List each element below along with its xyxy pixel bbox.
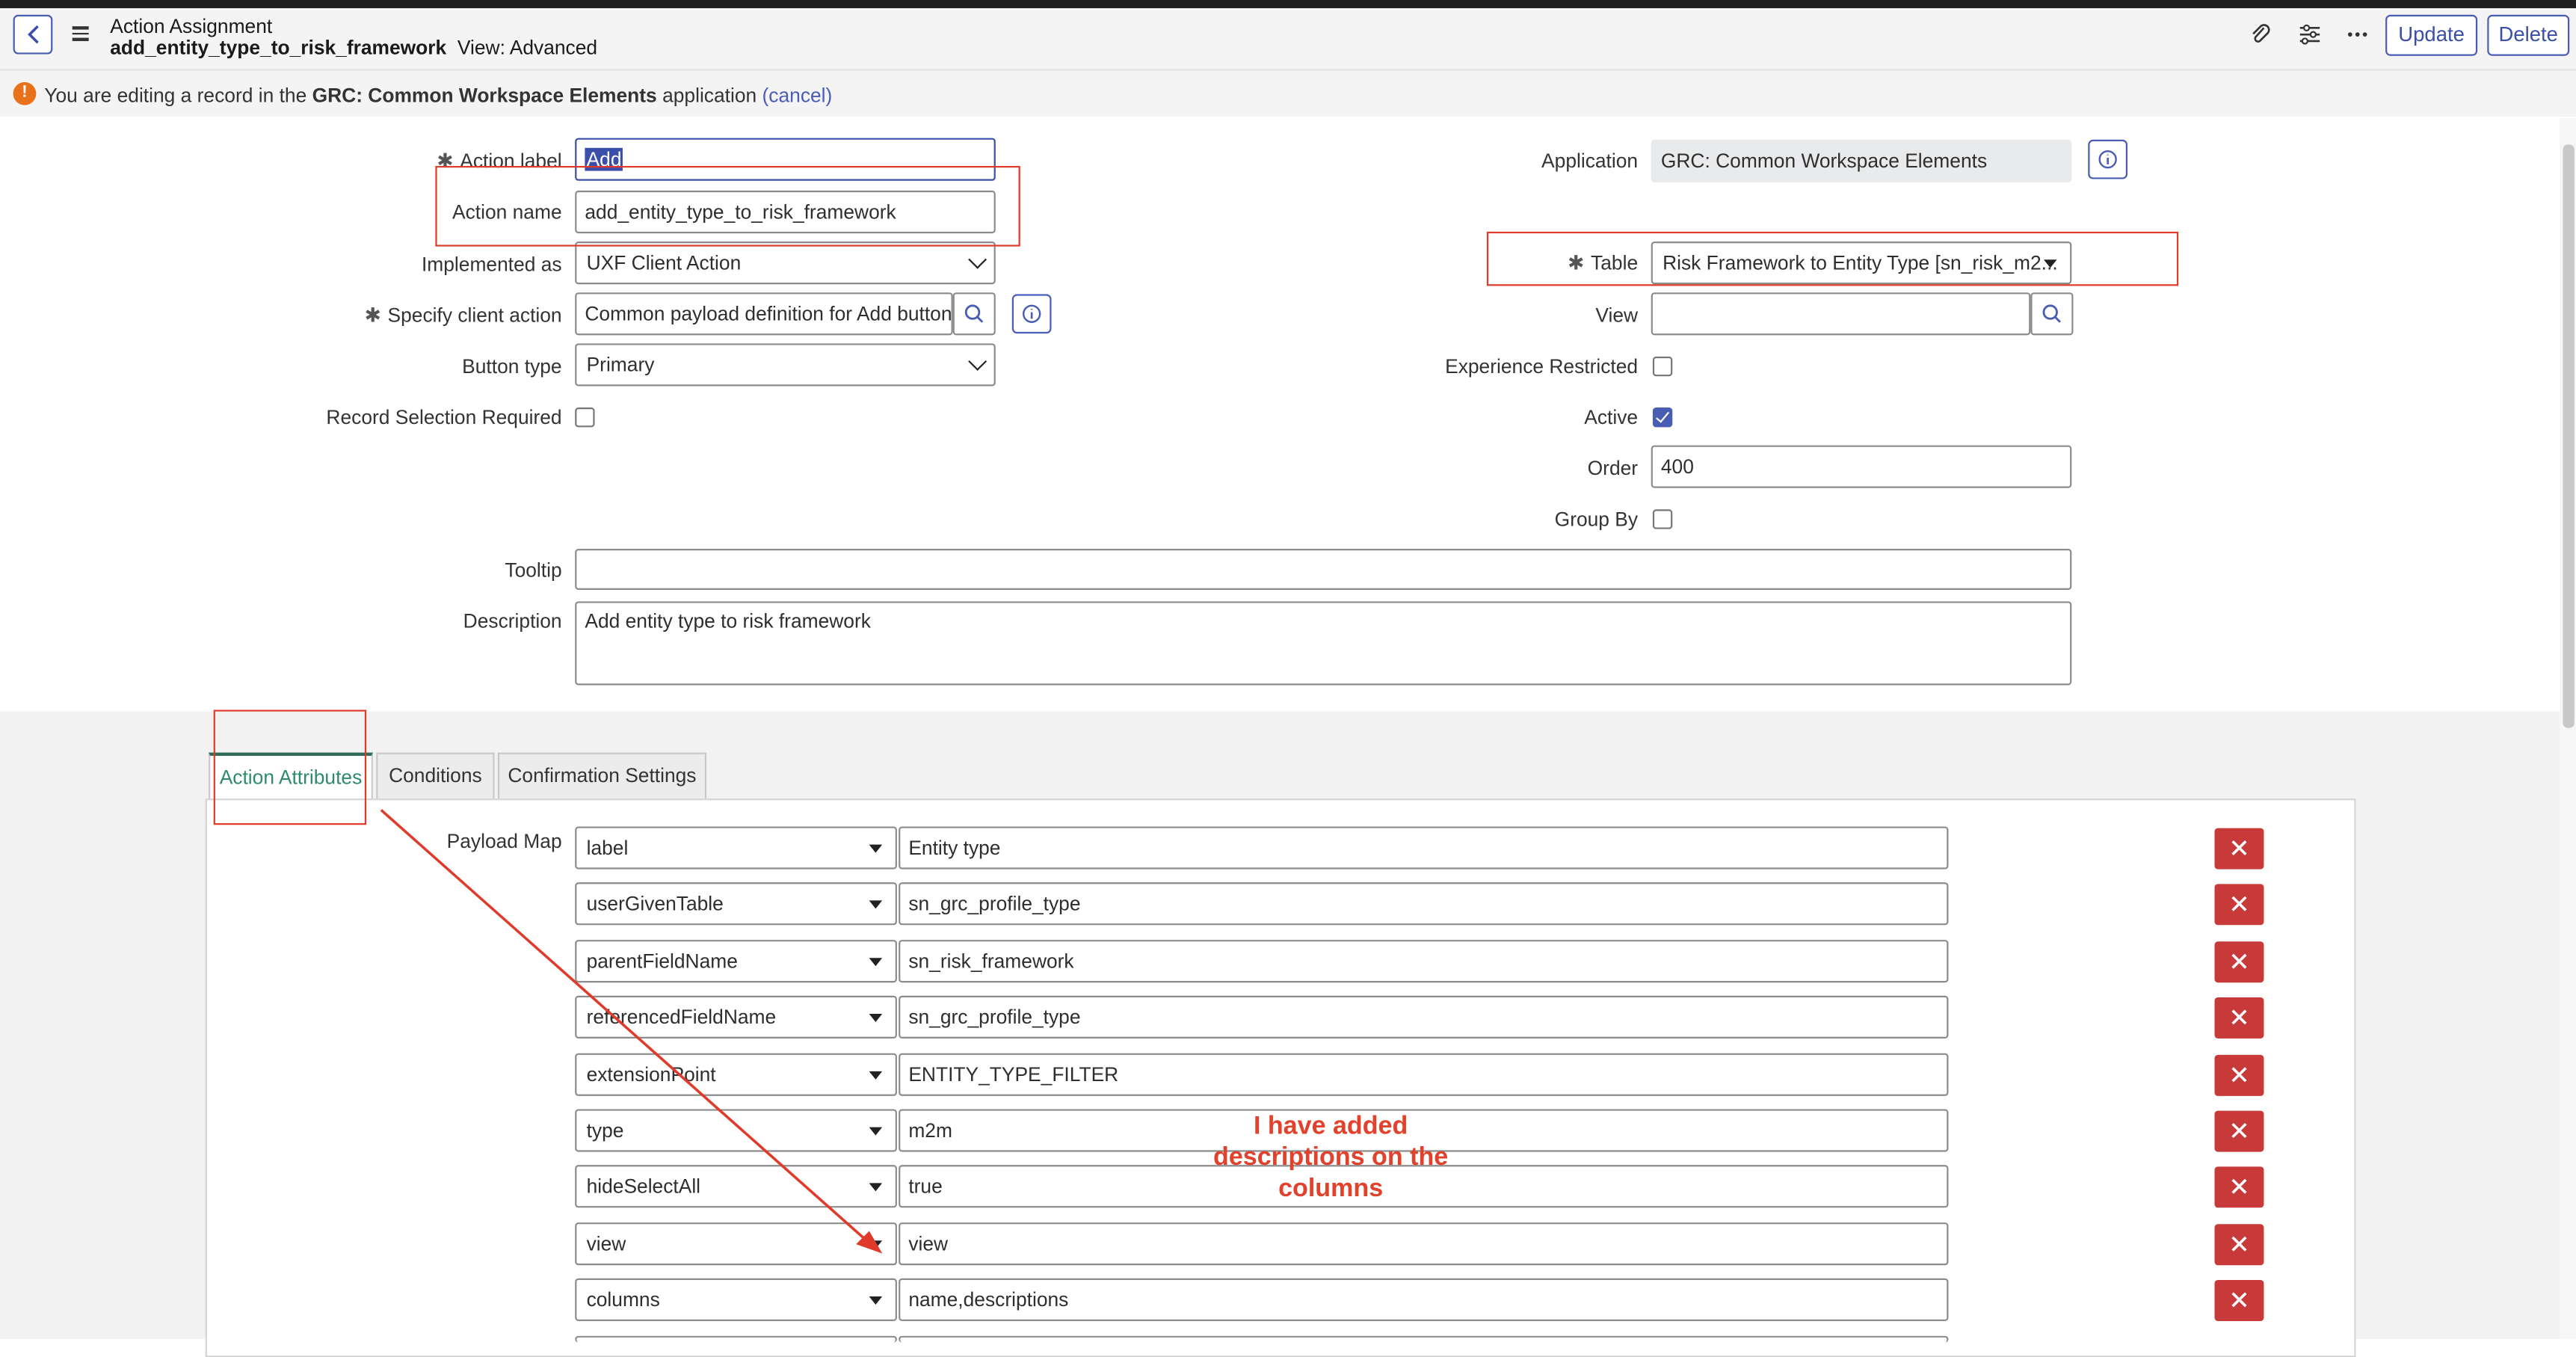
annotation-line-2: descriptions on the [1213, 1143, 1449, 1172]
annotation-text: I have added descriptions on the columns [1174, 1111, 1487, 1204]
page-scrollbar-thumb[interactable] [2563, 144, 2575, 728]
annotation-line-1: I have added [1253, 1112, 1408, 1141]
annotation-line-3: columns [1278, 1175, 1384, 1203]
